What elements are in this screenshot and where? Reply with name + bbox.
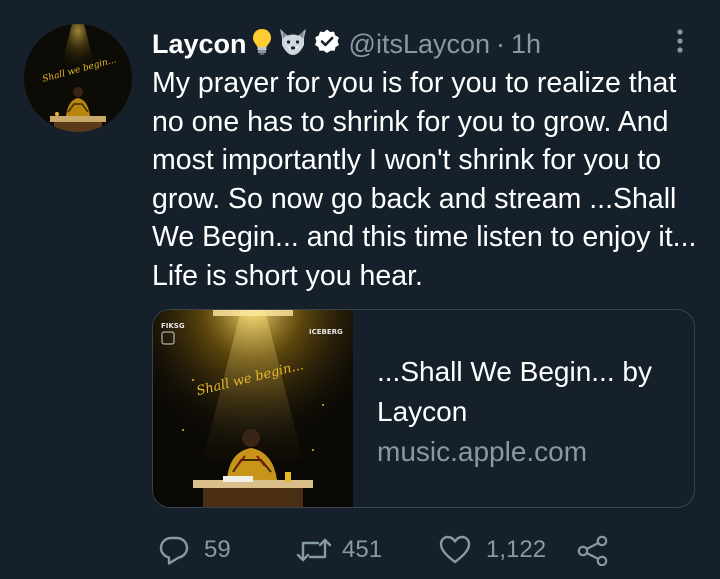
heart-icon	[438, 534, 472, 566]
card-title[interactable]: ...Shall We Begin... by Laycon	[377, 352, 677, 432]
reply-icon	[158, 534, 190, 566]
retweet-count: 451	[342, 536, 383, 563]
wolf-face-icon	[277, 27, 309, 62]
card-text: ...Shall We Begin... by Laycon music.app…	[377, 352, 677, 472]
tweet[interactable]: Shall we begin... Laycon @itsLaycon · 1h…	[0, 0, 720, 579]
share-button[interactable]	[576, 530, 610, 570]
action-bar: 59 451 1,122	[152, 530, 712, 570]
card-image: FIKSG ICEBERG Shall we begin...	[153, 310, 353, 507]
author-handle[interactable]: @itsLaycon	[349, 29, 490, 60]
light-bulb-icon	[251, 27, 273, 62]
more-options-icon[interactable]	[672, 26, 688, 58]
share-icon	[576, 534, 610, 566]
tweet-time[interactable]: 1h	[511, 29, 541, 60]
retweet-icon	[296, 534, 332, 566]
meta-separator: ·	[496, 28, 506, 59]
verified-badge-icon	[313, 28, 341, 61]
link-card[interactable]: FIKSG ICEBERG Shall we begin... ...Shall…	[152, 309, 695, 508]
card-domain: music.apple.com	[377, 436, 588, 467]
like-count: 1,122	[486, 536, 547, 563]
reply-count: 59	[204, 536, 231, 563]
avatar-image: Shall we begin...	[24, 24, 132, 132]
tweet-text: My prayer for you is for you to realize …	[152, 67, 697, 292]
tweet-header: Laycon @itsLaycon · 1h	[152, 24, 541, 64]
card-logo-right: ICEBERG	[309, 328, 343, 336]
reply-button[interactable]: 59	[158, 530, 231, 570]
avatar[interactable]: Shall we begin...	[24, 24, 132, 132]
retweet-button[interactable]: 451	[296, 530, 382, 570]
like-button[interactable]: 1,122	[438, 530, 546, 570]
author-name[interactable]: Laycon	[152, 29, 247, 60]
card-logo-left: FIKSG	[161, 322, 185, 330]
